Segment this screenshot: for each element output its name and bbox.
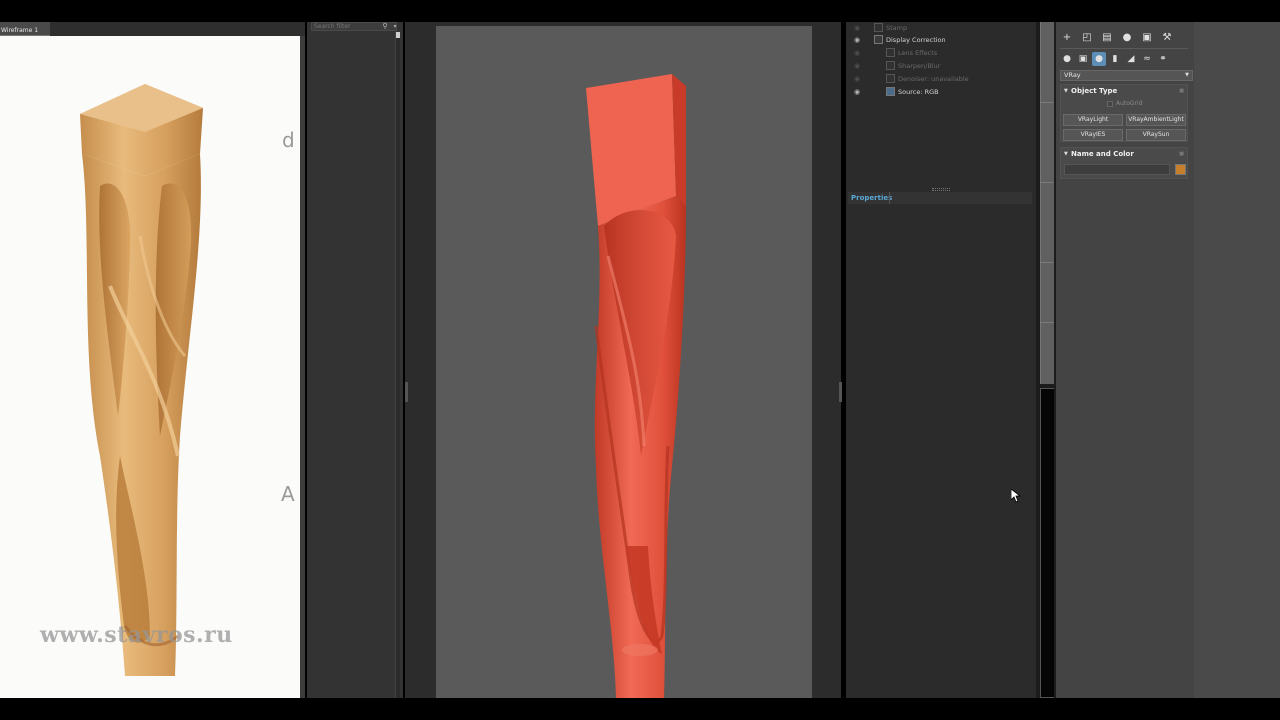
- rollout-pin-icon[interactable]: ■: [1179, 87, 1184, 95]
- autogrid-checkbox[interactable]: [1107, 101, 1113, 107]
- wooden-twisted-leg-image: [80, 84, 203, 676]
- rollout-title: Name and Color: [1071, 150, 1134, 158]
- viewport-dark[interactable]: [1040, 388, 1054, 698]
- vraysun-button[interactable]: VRaySun: [1126, 129, 1186, 141]
- rendered-twisted-leg: [586, 74, 686, 698]
- visibility-eye-icon[interactable]: ◉: [853, 37, 861, 44]
- layer-label: Source: RGB: [898, 88, 939, 96]
- reference-viewport-tab[interactable]: Wireframe 1: [0, 22, 50, 36]
- rendered-image[interactable]: [436, 26, 812, 698]
- filter-scrollbar[interactable]: [395, 32, 400, 698]
- layer-row-source-rgb[interactable]: ◉ Source: RGB: [848, 86, 1032, 98]
- modify-icon[interactable]: ◰: [1080, 31, 1094, 45]
- hierarchy-icon[interactable]: ▤: [1100, 31, 1114, 45]
- vrayies-button[interactable]: VRayIES: [1063, 129, 1123, 141]
- viewport-grid[interactable]: [1040, 22, 1054, 384]
- layer-row-stamp[interactable]: ◉ Stamp: [848, 22, 1032, 34]
- filter-panel: ⚲ ▾: [307, 22, 403, 698]
- scroll-up-arrow-icon[interactable]: [396, 32, 400, 38]
- properties-header: Properties: [848, 192, 1032, 204]
- reference-label-d: d: [282, 128, 295, 152]
- layer-icon: [886, 48, 895, 57]
- layer-icon: [886, 87, 895, 96]
- autogrid-label: AutoGrid: [1116, 100, 1143, 107]
- systems-icon[interactable]: ⚭: [1156, 52, 1170, 66]
- rollout-collapse-icon: ▼: [1064, 88, 1068, 94]
- display-icon[interactable]: ▣: [1140, 31, 1154, 45]
- reference-viewport-tab-label: Wireframe 1: [1, 27, 39, 34]
- layer-row-denoiser[interactable]: ◉ Denoiser: unavailable: [848, 73, 1032, 85]
- layer-icon: [886, 74, 895, 83]
- command-panel-content: + ◰ ▤ ● ▣ ⚒ ● ▣ ● ▮ ◢ ≈ ⚭ VRay ▼ ▼ Objec…: [1056, 22, 1194, 698]
- rollout-pin-icon[interactable]: ■: [1179, 150, 1184, 158]
- geometry-icon[interactable]: ●: [1060, 52, 1074, 66]
- grid-line: [1040, 102, 1054, 103]
- lights-icon[interactable]: ●: [1092, 52, 1106, 66]
- tab-properties[interactable]: Properties: [851, 193, 892, 203]
- layer-label: Sharpen/Blur: [898, 62, 941, 70]
- layer-row-lens-effects[interactable]: ◉ Lens Effects: [848, 47, 1032, 59]
- viewport-strip: [1036, 22, 1056, 698]
- name-and-color-rollout: ▼ Name and Color ■: [1060, 147, 1188, 179]
- utilities-icon[interactable]: ⚒: [1160, 31, 1174, 45]
- command-panel-divider: [1060, 48, 1188, 49]
- vraylight-button[interactable]: VRayLight: [1063, 114, 1123, 126]
- grid-line: [1040, 182, 1054, 183]
- layer-label: Denoiser: unavailable: [898, 75, 969, 83]
- visibility-eye-icon[interactable]: ◉: [853, 89, 861, 96]
- layer-icon: [874, 23, 883, 32]
- visibility-eye-icon[interactable]: ◉: [853, 63, 861, 70]
- layer-row-display-correction[interactable]: ◉ Display Correction: [848, 34, 1032, 46]
- cameras-icon[interactable]: ▮: [1108, 52, 1122, 66]
- object-type-rollout-header[interactable]: ▼ Object Type ■: [1061, 85, 1187, 97]
- render-splitter-right[interactable]: [839, 382, 842, 402]
- reference-label-a: A: [281, 482, 295, 506]
- shapes-icon[interactable]: ▣: [1076, 52, 1090, 66]
- layer-label: Display Correction: [886, 36, 946, 44]
- layer-label: Stamp: [886, 24, 908, 32]
- visibility-eye-icon[interactable]: ◉: [853, 50, 861, 57]
- object-type-rollout: ▼ Object Type ■ AutoGrid VRayLight VRayA…: [1060, 84, 1188, 142]
- name-and-color-rollout-header[interactable]: ▼ Name and Color ■: [1061, 148, 1187, 160]
- grid-line: [1040, 322, 1054, 323]
- helpers-icon[interactable]: ◢: [1124, 52, 1138, 66]
- reference-image-panel: Wireframe 1 d A www.stavros.ru: [0, 22, 305, 698]
- space-warps-icon[interactable]: ≈: [1140, 52, 1154, 66]
- tab-separator: [889, 192, 890, 204]
- create-icon[interactable]: +: [1060, 31, 1074, 45]
- rollout-collapse-icon: ▼: [1064, 151, 1068, 157]
- mouse-cursor-icon: [1011, 489, 1021, 503]
- command-panel-empty-area: [1194, 22, 1280, 698]
- layer-label: Lens Effects: [898, 49, 938, 57]
- panel-resize-handle[interactable]: [932, 188, 950, 191]
- command-panel: + ◰ ▤ ● ▣ ⚒ ● ▣ ● ▮ ◢ ≈ ⚭ VRay ▼ ▼ Objec…: [1056, 22, 1280, 698]
- layers-panel: ◉ Stamp ◉ Display Correction ◉ Lens Effe…: [846, 22, 1036, 698]
- grid-line: [1040, 262, 1054, 263]
- layer-row-sharpen-blur[interactable]: ◉ Sharpen/Blur: [848, 60, 1032, 72]
- reference-border-strip: [300, 36, 305, 698]
- render-frame-buffer: [405, 22, 842, 698]
- reference-photo: d A www.stavros.ru: [0, 36, 300, 698]
- motion-icon[interactable]: ●: [1120, 31, 1134, 45]
- screen: Wireframe 1 d A www.stavros.ru Search fi…: [0, 0, 1280, 720]
- search-icon[interactable]: ⚲: [380, 22, 390, 31]
- visibility-eye-icon[interactable]: ◉: [853, 76, 861, 83]
- object-name-field[interactable]: [1064, 164, 1170, 175]
- render-splitter-left[interactable]: [405, 382, 408, 402]
- chevron-down-icon: ▼: [1185, 72, 1189, 78]
- visibility-eye-icon[interactable]: ◉: [853, 25, 861, 32]
- filter-dropdown-icon[interactable]: ▾: [391, 22, 399, 31]
- object-color-swatch[interactable]: [1175, 164, 1186, 175]
- rollout-title: Object Type: [1071, 87, 1118, 95]
- vrayambientlight-button[interactable]: VRayAmbientLight: [1126, 114, 1186, 126]
- layer-icon: [886, 61, 895, 70]
- layer-icon: [874, 35, 883, 44]
- reference-watermark: www.stavros.ru: [40, 622, 233, 648]
- category-dropdown[interactable]: VRay ▼: [1060, 70, 1193, 81]
- category-dropdown-value: VRay: [1064, 71, 1081, 79]
